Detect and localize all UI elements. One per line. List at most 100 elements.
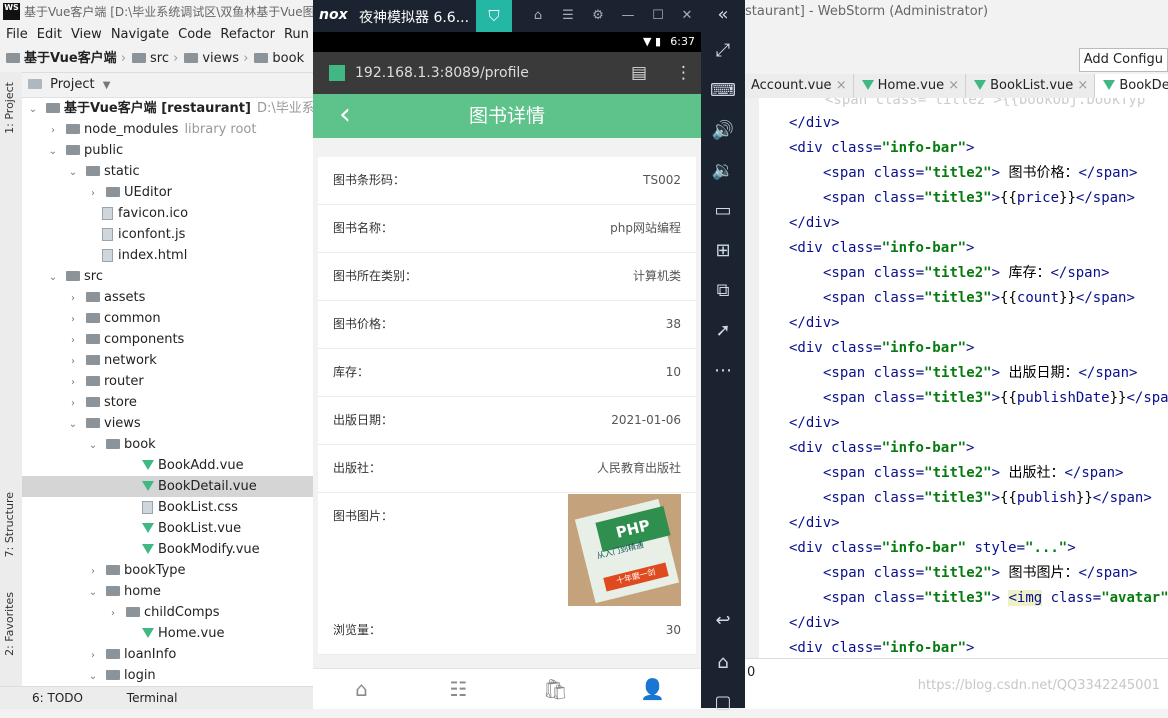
url-field[interactable]: 192.168.1.3:8089/profile bbox=[355, 52, 529, 94]
chevron-down-icon[interactable]: ⌄ bbox=[46, 267, 60, 288]
fullscreen-icon[interactable]: ⤢ bbox=[701, 36, 745, 66]
add-configuration-button[interactable]: Add Configu bbox=[1078, 48, 1168, 72]
close-icon[interactable]: ✕ bbox=[673, 0, 701, 32]
menu-code[interactable]: Code bbox=[178, 27, 211, 42]
close-icon[interactable]: × bbox=[948, 78, 959, 93]
tree-folder[interactable]: ⌄ 基于Vue客户端 [restaurant] D:\毕业系统调试 bbox=[22, 98, 313, 119]
close-icon[interactable]: × bbox=[1077, 78, 1088, 93]
breadcrumb-src[interactable]: src bbox=[150, 51, 169, 66]
collapse-icon[interactable]: « bbox=[701, 0, 745, 30]
apk-install-icon[interactable]: ⊞ bbox=[701, 236, 745, 266]
chevron-down-icon[interactable]: ▼ bbox=[103, 80, 111, 91]
menu-run[interactable]: Run bbox=[284, 27, 309, 42]
chevron-down-icon[interactable]: ⌄ bbox=[66, 414, 80, 435]
chevron-right-icon[interactable]: › bbox=[66, 372, 80, 393]
chevron-right-icon[interactable]: › bbox=[66, 309, 80, 330]
more-icon[interactable]: ⋯ bbox=[701, 356, 745, 386]
menu-icon[interactable]: ☰ bbox=[553, 0, 583, 32]
tree-file[interactable]: favicon.ico bbox=[22, 203, 313, 224]
chevron-right-icon[interactable]: › bbox=[106, 603, 120, 624]
close-icon[interactable]: × bbox=[836, 78, 847, 93]
tab-list[interactable]: ☷ bbox=[410, 669, 507, 709]
chevron-right-icon[interactable]: › bbox=[66, 288, 80, 309]
menu-edit[interactable]: Edit bbox=[37, 27, 62, 42]
store-icon[interactable]: ⛉ bbox=[476, 0, 512, 32]
breadcrumb-project[interactable]: 基于Vue客户端 bbox=[24, 51, 117, 66]
rocket-icon[interactable]: ➚ bbox=[701, 316, 745, 346]
screen-icon[interactable]: ▭ bbox=[701, 196, 745, 226]
terminal-tab[interactable]: Terminal bbox=[127, 691, 178, 705]
menu-refactor[interactable]: Refactor bbox=[220, 27, 275, 42]
minimize-icon[interactable]: — bbox=[613, 0, 643, 32]
multi-instance-icon[interactable]: ⧉ bbox=[701, 276, 745, 306]
tree-folder[interactable]: ⌄ home bbox=[22, 581, 313, 602]
tab-home[interactable]: ⌂ bbox=[313, 669, 410, 709]
breadcrumb-book[interactable]: book bbox=[272, 51, 304, 66]
todo-tab[interactable]: 6: TODO bbox=[32, 691, 83, 705]
tree-folder[interactable]: › common bbox=[22, 308, 313, 329]
project-view-selector[interactable]: Project bbox=[50, 77, 94, 92]
tree-folder[interactable]: › store bbox=[22, 392, 313, 413]
tree-folder[interactable]: › assets bbox=[22, 287, 313, 308]
chevron-down-icon[interactable]: ⌄ bbox=[66, 162, 80, 183]
home-nav-icon[interactable]: ⌂ bbox=[701, 648, 745, 678]
tree-file[interactable]: Home.vue bbox=[22, 623, 313, 644]
chevron-right-icon[interactable]: › bbox=[66, 351, 80, 372]
tree-file[interactable]: BookList.css bbox=[22, 497, 313, 518]
chevron-down-icon[interactable]: ⌄ bbox=[86, 666, 100, 686]
chevron-down-icon[interactable]: ⌄ bbox=[46, 141, 60, 162]
code-editor[interactable]: <span class="title2">{{bookObj.bookTyp <… bbox=[759, 98, 1168, 658]
tree-folder[interactable]: › bookType bbox=[22, 560, 313, 581]
tree-folder[interactable]: ⌄ book bbox=[22, 434, 313, 455]
tool-tab-structure[interactable]: 7: Structure bbox=[3, 492, 16, 557]
tab-bookdetail-vue[interactable]: BookDetail.vue bbox=[1095, 74, 1168, 98]
chevron-down-icon[interactable]: ⌄ bbox=[26, 99, 40, 120]
tree-folder[interactable]: ⌄ login bbox=[22, 665, 313, 686]
tree-folder[interactable]: › loanInfo bbox=[22, 644, 313, 665]
book-cover-image[interactable]: PHP 从入门到精通 十年磨一剑 bbox=[568, 494, 681, 606]
tree-file[interactable]: iconfont.js bbox=[22, 224, 313, 245]
tool-tab-project[interactable]: 1: Project bbox=[3, 82, 16, 134]
volume-down-icon[interactable]: 🔉 bbox=[701, 156, 745, 186]
tool-tab-favorites[interactable]: 2: Favorites bbox=[3, 592, 16, 656]
menu-view[interactable]: View bbox=[71, 27, 102, 42]
back-nav-icon[interactable]: ↩ bbox=[701, 606, 745, 636]
tab-account-vue[interactable]: Account.vue × bbox=[745, 74, 854, 98]
tree-file[interactable]: index.html bbox=[22, 245, 313, 266]
recents-nav-icon[interactable]: ▢ bbox=[701, 688, 745, 718]
chevron-right-icon[interactable]: › bbox=[66, 330, 80, 351]
tab-home-vue[interactable]: Home.vue × bbox=[854, 74, 967, 98]
tree-folder[interactable]: ⌄ views bbox=[22, 413, 313, 434]
tab-booklist-vue[interactable]: BookList.vue × bbox=[966, 74, 1096, 98]
volume-up-icon[interactable]: 🔊 bbox=[701, 116, 745, 146]
tree-folder[interactable]: ⌄ public bbox=[22, 140, 313, 161]
tabs-icon[interactable]: ▤ bbox=[631, 52, 647, 94]
chevron-down-icon[interactable]: ⌄ bbox=[86, 435, 100, 456]
tree-folder[interactable]: › UEditor bbox=[22, 182, 313, 203]
chevron-right-icon[interactable]: › bbox=[46, 120, 60, 141]
tree-file[interactable]: BookAdd.vue bbox=[22, 455, 313, 476]
menu-navigate[interactable]: Navigate bbox=[111, 27, 169, 42]
chevron-right-icon[interactable]: › bbox=[66, 393, 80, 414]
chevron-down-icon[interactable]: ⌄ bbox=[86, 582, 100, 603]
chevron-right-icon[interactable]: › bbox=[86, 183, 100, 204]
keyboard-icon[interactable]: ⌨ bbox=[701, 76, 745, 106]
overflow-menu-icon[interactable]: ⋮ bbox=[675, 52, 692, 94]
home-shape-icon[interactable]: ⌂ bbox=[523, 0, 553, 32]
tab-user[interactable]: 👤 bbox=[604, 669, 701, 709]
maximize-icon[interactable]: ☐ bbox=[643, 0, 673, 32]
tree-folder[interactable]: ⌄ src bbox=[22, 266, 313, 287]
breadcrumb-views[interactable]: views bbox=[202, 51, 239, 66]
chevron-right-icon[interactable]: › bbox=[86, 645, 100, 666]
tree-folder[interactable]: › network bbox=[22, 350, 313, 371]
tab-cart[interactable]: 🛍 bbox=[507, 669, 604, 709]
tree-folder[interactable]: › router bbox=[22, 371, 313, 392]
tree-file[interactable]: BookModify.vue bbox=[22, 539, 313, 560]
tree-folder[interactable]: › components bbox=[22, 329, 313, 350]
tree-folder[interactable]: › node_modules library root bbox=[22, 119, 313, 140]
menu-file[interactable]: File bbox=[6, 27, 28, 42]
tree-folder[interactable]: › childComps bbox=[22, 602, 313, 623]
tree-file[interactable]: BookDetail.vue bbox=[22, 476, 313, 497]
tree-folder[interactable]: ⌄ static bbox=[22, 161, 313, 182]
chevron-right-icon[interactable]: › bbox=[86, 561, 100, 582]
